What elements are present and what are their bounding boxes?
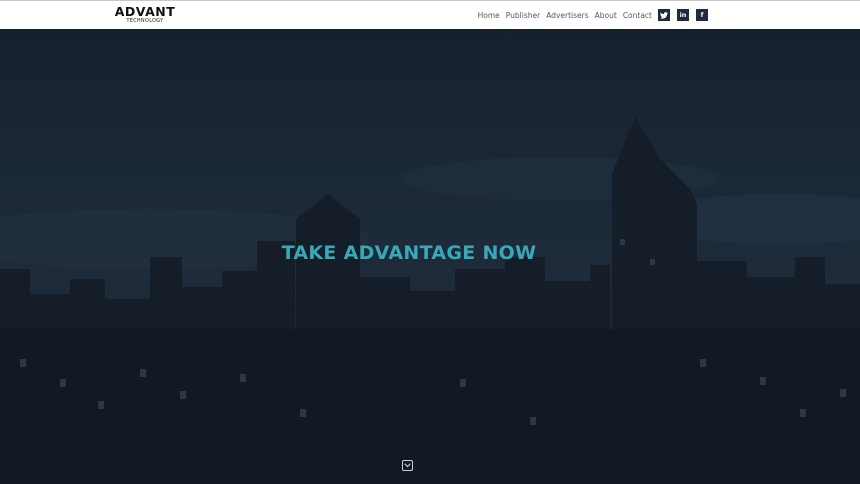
brand-tagline: TECHNOLOGY bbox=[126, 19, 164, 24]
brand-name: ADVANT bbox=[114, 4, 176, 19]
linkedin-icon: in bbox=[679, 11, 687, 19]
linkedin-button[interactable]: in bbox=[677, 9, 689, 21]
nav-link-publisher[interactable]: Publisher bbox=[506, 1, 540, 30]
facebook-button[interactable]: f bbox=[696, 9, 708, 21]
nav-link-advertisers[interactable]: Advertisers bbox=[546, 1, 588, 30]
twitter-button[interactable] bbox=[658, 9, 670, 21]
navbar: ADVANT TECHNOLOGY Home Publisher Adverti… bbox=[0, 0, 860, 29]
twitter-icon bbox=[660, 11, 668, 19]
nav-link-contact[interactable]: Contact bbox=[623, 1, 652, 30]
hero-section: TAKE ADVANTAGE NOW bbox=[0, 29, 860, 484]
chevron-down-icon bbox=[404, 463, 411, 468]
scroll-down-button[interactable] bbox=[402, 460, 413, 471]
social-links: in f bbox=[658, 9, 708, 21]
facebook-icon: f bbox=[700, 11, 704, 19]
nav-link-home[interactable]: Home bbox=[478, 1, 500, 30]
nav-link-about[interactable]: About bbox=[595, 1, 617, 30]
hero-headline: TAKE ADVANTAGE NOW bbox=[281, 241, 537, 264]
main-nav: Home Publisher Advertisers About Contact bbox=[478, 1, 652, 30]
brand-logo[interactable]: ADVANT TECHNOLOGY bbox=[110, 4, 180, 26]
